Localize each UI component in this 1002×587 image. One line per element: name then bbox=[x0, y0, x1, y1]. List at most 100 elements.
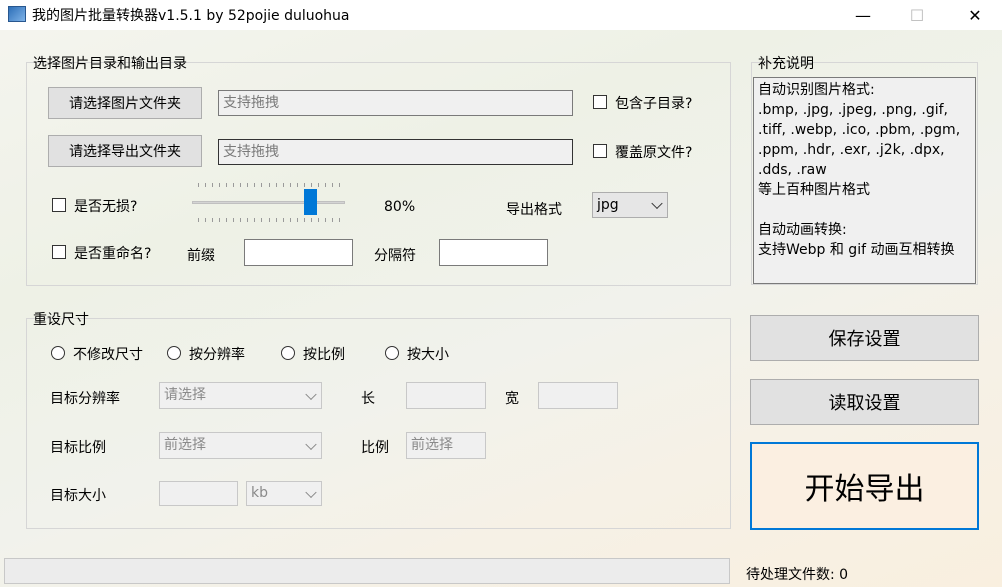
slider-tick bbox=[275, 218, 277, 222]
slider-tick bbox=[205, 218, 207, 222]
slider-tick bbox=[339, 183, 340, 187]
select-output-folder-button[interactable]: 请选择导出文件夹 bbox=[48, 135, 202, 167]
load-settings-button[interactable]: 读取设置 bbox=[750, 379, 979, 425]
target-resolution-label: 目标分辨率 bbox=[50, 391, 120, 407]
target-ratio-label: 目标比例 bbox=[50, 440, 106, 456]
select-image-folder-button[interactable]: 请选择图片文件夹 bbox=[48, 87, 202, 119]
slider-tick bbox=[289, 183, 291, 187]
slider-tick bbox=[261, 218, 263, 222]
slider-tick bbox=[303, 183, 305, 187]
radio-by-resolution[interactable] bbox=[167, 346, 181, 360]
size-unit-select[interactable]: kb bbox=[246, 481, 322, 506]
slider-tick bbox=[317, 218, 319, 222]
slider-tick bbox=[254, 183, 256, 187]
chevron-down-icon bbox=[651, 197, 663, 210]
separator-label: 分隔符 bbox=[374, 248, 416, 264]
radio-by-size[interactable] bbox=[385, 346, 399, 360]
notes-text: 自动识别图片格式: .bmp, .jpg, .jpeg, .png, .gif,… bbox=[753, 77, 976, 284]
slider-tick bbox=[324, 218, 326, 222]
slider-tick bbox=[247, 218, 249, 222]
slider-tick bbox=[331, 183, 333, 187]
radio-no-resize-label: 不修改尺寸 bbox=[73, 347, 143, 363]
close-button[interactable]: ✕ bbox=[952, 0, 998, 30]
include-subdirs-checkbox[interactable] bbox=[593, 95, 607, 109]
slider-tick bbox=[268, 183, 270, 187]
size-unit-value: kb bbox=[251, 485, 268, 501]
slider-tick bbox=[268, 218, 270, 222]
pending-files-status: 待处理文件数: 0 bbox=[746, 567, 849, 583]
notes-title: 补充说明 bbox=[758, 56, 814, 72]
slider-tick bbox=[296, 183, 298, 187]
progress-bar bbox=[4, 558, 730, 584]
radio-no-resize[interactable] bbox=[51, 346, 65, 360]
prefix-label: 前缀 bbox=[187, 248, 215, 264]
slider-tick bbox=[317, 183, 319, 187]
chevron-down-icon bbox=[305, 438, 317, 450]
slider-tick bbox=[240, 183, 242, 187]
slider-tick bbox=[219, 183, 221, 187]
export-format-value: jpg bbox=[597, 197, 619, 213]
size-input[interactable] bbox=[159, 481, 238, 506]
slider-tick bbox=[205, 183, 207, 187]
slider-tick bbox=[331, 218, 333, 222]
chevron-down-icon bbox=[305, 486, 317, 498]
radio-by-ratio-label: 按比例 bbox=[303, 347, 345, 363]
slider-tick bbox=[212, 218, 214, 222]
slider-tick bbox=[261, 183, 263, 187]
prefix-input[interactable] bbox=[244, 239, 353, 266]
lossless-label: 是否无损? bbox=[74, 199, 138, 215]
slider-tick bbox=[282, 218, 284, 222]
slider-tick bbox=[339, 218, 340, 222]
slider-tick bbox=[296, 218, 298, 222]
rename-checkbox[interactable] bbox=[52, 245, 66, 259]
target-size-label: 目标大小 bbox=[50, 488, 106, 504]
slider-tick bbox=[219, 218, 221, 222]
resolution-placeholder: 请选择 bbox=[164, 387, 206, 403]
resize-group-title: 重设尺寸 bbox=[33, 312, 89, 328]
output-folder-input[interactable]: 支持拖拽 bbox=[218, 139, 573, 165]
chevron-down-icon bbox=[305, 388, 317, 400]
slider-tick bbox=[198, 218, 199, 222]
separator-input[interactable] bbox=[439, 239, 548, 266]
slider-tick bbox=[310, 183, 312, 187]
rename-label: 是否重命名? bbox=[74, 246, 152, 262]
minimize-button[interactable]: — bbox=[840, 0, 886, 30]
slider-thumb[interactable] bbox=[304, 189, 318, 215]
app-icon bbox=[8, 6, 26, 22]
ratio-input[interactable]: 前选择 bbox=[406, 432, 486, 459]
resolution-select[interactable]: 请选择 bbox=[159, 382, 322, 409]
slider-ticks-bottom bbox=[198, 218, 340, 223]
slider-tick bbox=[233, 218, 235, 222]
slider-tick bbox=[324, 183, 326, 187]
ratio-label: 比例 bbox=[361, 440, 389, 456]
save-settings-button[interactable]: 保存设置 bbox=[750, 315, 979, 361]
slider-tick bbox=[254, 218, 256, 222]
start-export-button[interactable]: 开始导出 bbox=[750, 442, 979, 530]
quality-value: 80% bbox=[384, 199, 416, 215]
slider-tick bbox=[226, 218, 228, 222]
slider-tick bbox=[212, 183, 214, 187]
select-dirs-group-title: 选择图片目录和输出目录 bbox=[33, 56, 187, 72]
export-format-select[interactable]: jpg bbox=[592, 192, 668, 218]
overwrite-checkbox[interactable] bbox=[593, 144, 607, 158]
slider-tick bbox=[240, 218, 242, 222]
image-folder-input[interactable]: 支持拖拽 bbox=[218, 90, 573, 116]
slider-tick bbox=[226, 183, 228, 187]
length-input[interactable] bbox=[406, 382, 486, 409]
slider-ticks-top bbox=[198, 183, 340, 188]
slider-tick bbox=[198, 183, 199, 187]
radio-by-ratio[interactable] bbox=[281, 346, 295, 360]
include-subdirs-label: 包含子目录? bbox=[615, 96, 693, 112]
radio-by-size-label: 按大小 bbox=[407, 347, 449, 363]
ratio-select[interactable]: 前选择 bbox=[159, 432, 322, 459]
slider-tick bbox=[289, 218, 291, 222]
slider-tick bbox=[233, 183, 235, 187]
slider-tick bbox=[247, 183, 249, 187]
quality-slider[interactable] bbox=[192, 180, 345, 224]
slider-track bbox=[192, 201, 345, 204]
lossless-checkbox[interactable] bbox=[52, 198, 66, 212]
slider-tick bbox=[310, 218, 312, 222]
width-input[interactable] bbox=[538, 382, 618, 409]
maximize-button[interactable]: ☐ bbox=[894, 0, 940, 30]
slider-tick bbox=[303, 218, 305, 222]
